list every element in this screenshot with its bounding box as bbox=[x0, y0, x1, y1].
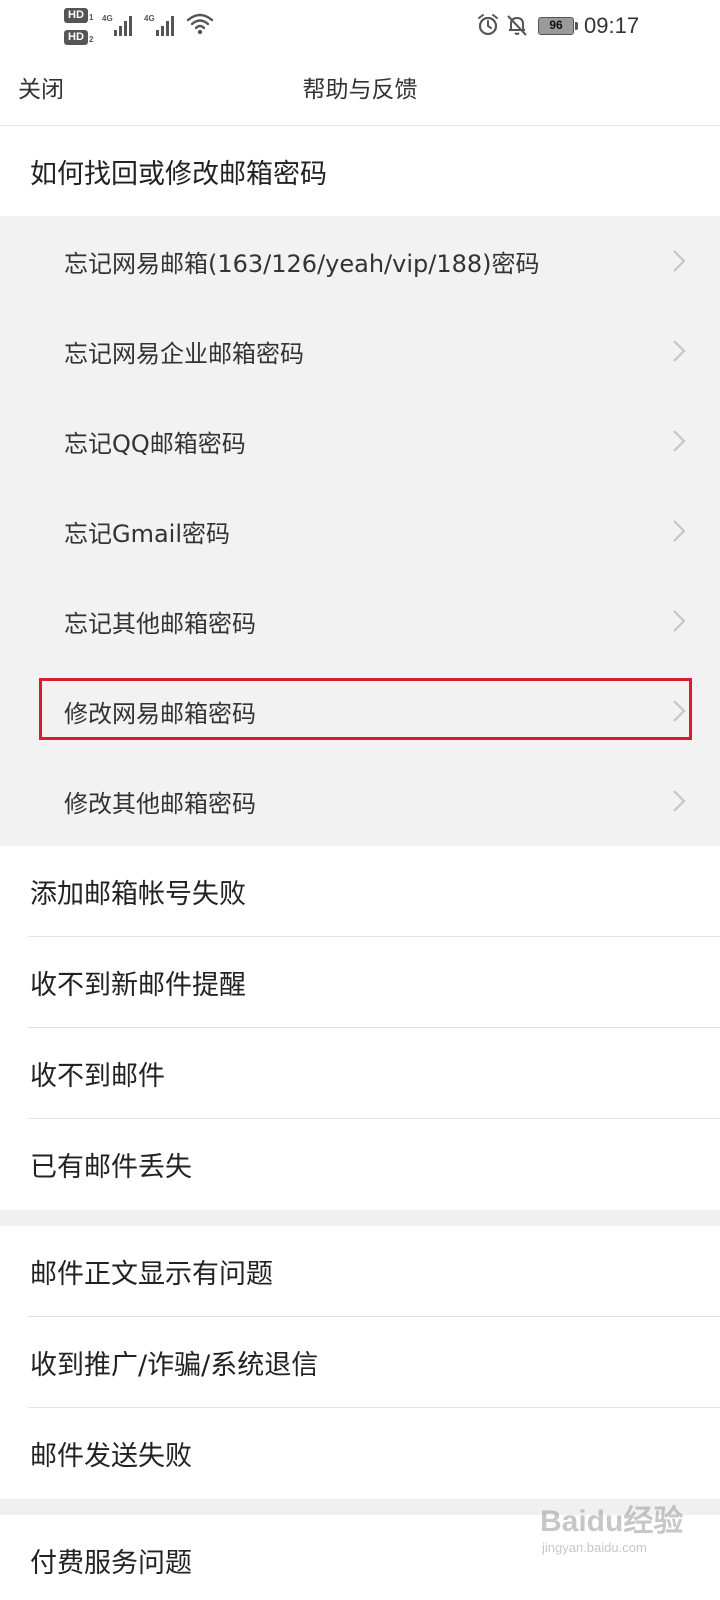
category-label: 收到推广/诈骗/系统退信 bbox=[30, 1350, 319, 1381]
help-topic-list: 如何找回或修改邮箱密码 忘记网易邮箱(163/126/yeah/vip/188)… bbox=[0, 127, 720, 1600]
subtopic-label: 忘记QQ邮箱密码 bbox=[64, 429, 246, 458]
category-add-account-failed[interactable]: 添加邮箱帐号失败 bbox=[0, 846, 720, 937]
password-subtopics: 忘记网易邮箱(163/126/yeah/vip/188)密码 忘记网易企业邮箱密… bbox=[0, 216, 720, 846]
category-label: 已有邮件丢失 bbox=[30, 1152, 192, 1183]
sim-indicators: HD 1 HD 2 bbox=[64, 8, 94, 48]
status-time: 09:17 bbox=[584, 13, 640, 38]
subtopic-forgot-other-password[interactable]: 忘记其他邮箱密码 bbox=[0, 576, 720, 666]
chevron-right-icon bbox=[673, 340, 686, 362]
wifi-icon bbox=[186, 13, 214, 35]
sim2-hd-badge: HD bbox=[64, 30, 88, 45]
category-label: 收不到邮件 bbox=[30, 1061, 165, 1092]
subtopic-forgot-netease-password[interactable]: 忘记网易邮箱(163/126/yeah/vip/188)密码 bbox=[0, 216, 720, 306]
status-bar: HD 1 HD 2 4G 4G 96 09:17 bbox=[0, 0, 720, 56]
baidu-watermark: Baidu经验 jingyan.baidu.com bbox=[540, 1488, 710, 1588]
subtopic-label: 修改其他邮箱密码 bbox=[64, 789, 256, 818]
bell-off-icon bbox=[507, 15, 527, 36]
subtopic-label: 忘记Gmail密码 bbox=[64, 519, 231, 548]
category-body-display-issue[interactable]: 邮件正文显示有问题 bbox=[0, 1226, 720, 1317]
category-label: 如何找回或修改邮箱密码 bbox=[30, 159, 327, 190]
category-label: 邮件正文显示有问题 bbox=[30, 1259, 273, 1290]
subtopic-change-netease-password[interactable]: 修改网易邮箱密码 bbox=[0, 666, 720, 756]
network1-label: 4G bbox=[102, 14, 113, 23]
subtopic-forgot-gmail-password[interactable]: 忘记Gmail密码 bbox=[0, 486, 720, 576]
subtopic-change-other-password[interactable]: 修改其他邮箱密码 bbox=[0, 756, 720, 846]
help-feedback-screen: HD 1 HD 2 4G 4G 96 09:17 关闭 帮助与反馈 如何找回或修… bbox=[0, 0, 720, 1600]
sim2-index: 2 bbox=[89, 35, 94, 44]
category-label: 邮件发送失败 bbox=[30, 1441, 192, 1472]
subtopic-label: 修改网易邮箱密码 bbox=[64, 699, 256, 728]
sim1-index: 1 bbox=[89, 13, 94, 22]
category-mail-lost[interactable]: 已有邮件丢失 bbox=[0, 1119, 720, 1210]
chevron-right-icon bbox=[673, 250, 686, 272]
category-no-new-mail-alert[interactable]: 收不到新邮件提醒 bbox=[0, 937, 720, 1028]
nav-bar: 关闭 帮助与反馈 bbox=[0, 56, 720, 126]
network2-label: 4G bbox=[144, 14, 155, 23]
category-label: 付费服务问题 bbox=[30, 1548, 192, 1579]
chevron-right-icon bbox=[673, 700, 686, 722]
section-separator bbox=[0, 1210, 720, 1226]
category-send-failed[interactable]: 邮件发送失败 bbox=[0, 1408, 720, 1499]
sim1-hd-badge: HD bbox=[64, 8, 88, 23]
category-not-receiving-mail[interactable]: 收不到邮件 bbox=[0, 1028, 720, 1119]
watermark-brand: Baidu经验 bbox=[540, 1505, 684, 1538]
subtopic-label: 忘记其他邮箱密码 bbox=[64, 609, 256, 638]
watermark-url: jingyan.baidu.com bbox=[542, 1540, 647, 1555]
category-label: 添加邮箱帐号失败 bbox=[30, 879, 246, 910]
subtopic-forgot-qq-password[interactable]: 忘记QQ邮箱密码 bbox=[0, 396, 720, 486]
battery-tip bbox=[575, 22, 578, 30]
category-label: 收不到新邮件提醒 bbox=[30, 970, 246, 1001]
chevron-right-icon bbox=[673, 430, 686, 452]
alarm-icon bbox=[478, 14, 498, 36]
battery-icon: 96 bbox=[538, 17, 574, 35]
subtopic-forgot-netease-enterprise-password[interactable]: 忘记网易企业邮箱密码 bbox=[0, 306, 720, 396]
signal-icon-2 bbox=[156, 14, 178, 36]
chevron-right-icon bbox=[673, 520, 686, 542]
category-spam-bounce[interactable]: 收到推广/诈骗/系统退信 bbox=[0, 1317, 720, 1408]
signal-icon bbox=[114, 14, 136, 36]
category-password-recovery[interactable]: 如何找回或修改邮箱密码 bbox=[0, 127, 720, 216]
subtopic-label: 忘记网易邮箱(163/126/yeah/vip/188)密码 bbox=[64, 249, 540, 278]
subtopic-label: 忘记网易企业邮箱密码 bbox=[64, 339, 304, 368]
page-title: 帮助与反馈 bbox=[302, 77, 418, 103]
chevron-right-icon bbox=[673, 610, 686, 632]
chevron-right-icon bbox=[673, 790, 686, 812]
